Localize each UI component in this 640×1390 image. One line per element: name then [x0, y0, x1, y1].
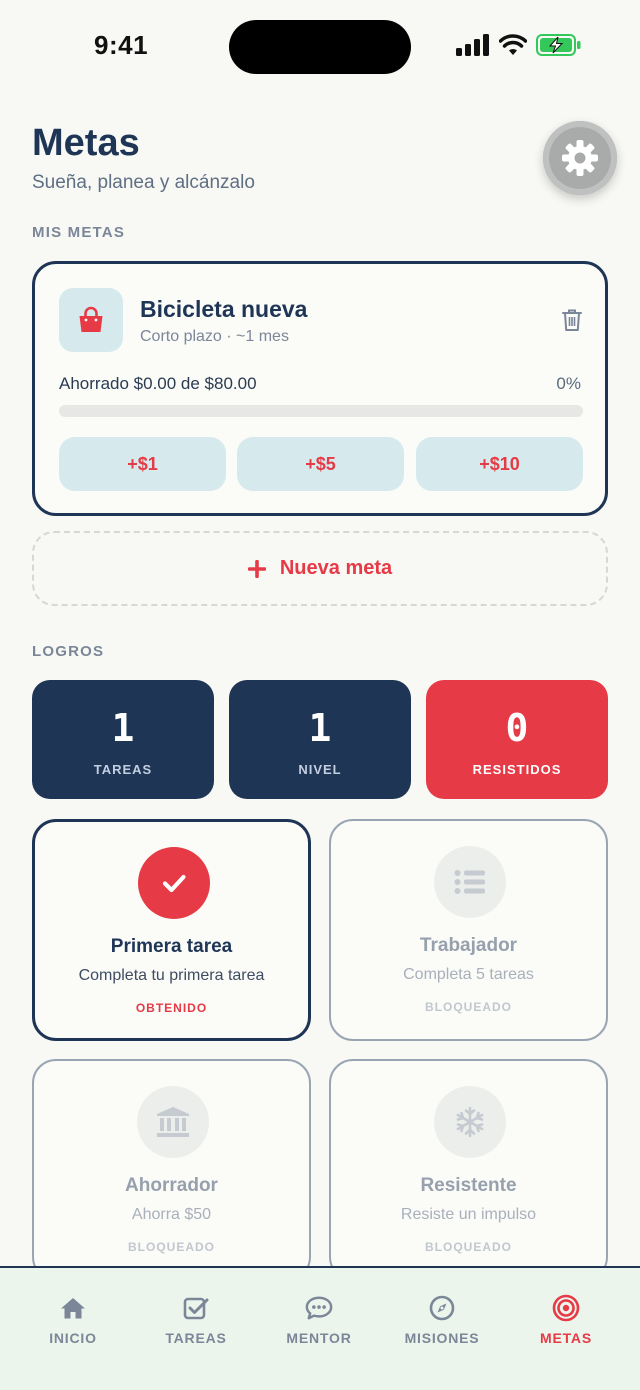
achievement-icon-circle: [434, 846, 506, 918]
chat-icon: [305, 1294, 333, 1322]
add-10-button[interactable]: +$10: [416, 437, 583, 491]
shopping-bag-icon: [79, 306, 103, 332]
goal-icon-tile: [59, 288, 123, 352]
goal-meta: Corto plazo · ~1 mes: [140, 328, 289, 345]
achievement-card-trabajador[interactable]: Trabajador Completa 5 tareas BLOQUEADO: [329, 819, 608, 1041]
tab-bar: INICIO TAREAS MENTOR MISIONES METAS: [0, 1266, 640, 1390]
stat-value: 1: [308, 706, 332, 750]
achievement-status: BLOQUEADO: [425, 1000, 512, 1014]
status-bar: 9:41: [0, 0, 640, 94]
achievement-card-ahorrador[interactable]: Ahorrador Ahorra $50 BLOQUEADO: [32, 1059, 311, 1281]
page-subtitle: Sueña, planea y alcánzalo: [32, 172, 255, 193]
goal-saved-text: Ahorrado $0.00 de $80.00: [59, 374, 257, 393]
bank-icon: [157, 1107, 189, 1137]
goal-progress-bar: [59, 405, 583, 417]
tab-tareas[interactable]: TAREAS: [132, 1268, 260, 1368]
achievement-desc: Completa 5 tareas: [403, 966, 534, 983]
target-icon: [552, 1294, 580, 1322]
section-label-achievements: LOGROS: [32, 643, 105, 660]
dynamic-island: [229, 20, 411, 74]
tab-metas[interactable]: METAS: [502, 1268, 630, 1368]
stat-value: 0: [505, 706, 529, 750]
achievement-icon-circle: [138, 847, 210, 919]
gear-icon: [562, 140, 598, 176]
stat-label: RESISTIDOS: [472, 762, 562, 777]
tab-inicio[interactable]: INICIO: [9, 1268, 137, 1368]
achievement-card-resistente[interactable]: Resistente Resiste un impulso BLOQUEADO: [329, 1059, 608, 1281]
tab-label: TAREAS: [165, 1330, 227, 1346]
add-1-button[interactable]: +$1: [59, 437, 226, 491]
achievement-status: BLOQUEADO: [128, 1240, 215, 1254]
tab-label: MENTOR: [286, 1330, 352, 1346]
achievement-title: Resistente: [420, 1175, 517, 1196]
achievement-icon-circle: [434, 1086, 506, 1158]
achievement-desc: Completa tu primera tarea: [78, 967, 265, 984]
stat-label: TAREAS: [93, 762, 153, 777]
status-time: 9:41: [94, 30, 149, 60]
tab-label: METAS: [540, 1330, 592, 1346]
compass-icon: [428, 1294, 456, 1322]
tab-misiones[interactable]: MISIONES: [378, 1268, 506, 1368]
stat-card-level: 1 NIVEL: [229, 680, 411, 799]
goal-name: Bicicleta nueva: [140, 296, 308, 322]
snowflake-icon: [456, 1106, 484, 1138]
stat-card-tasks: 1 TAREAS: [32, 680, 214, 799]
achievement-card-primera-tarea[interactable]: Primera tarea Completa tu primera tarea …: [32, 819, 311, 1041]
trash-icon: [562, 309, 582, 331]
checkbox-icon: [182, 1294, 210, 1322]
goal-percent: 0%: [556, 374, 581, 393]
wifi-icon: [499, 34, 527, 55]
tab-mentor[interactable]: MENTOR: [255, 1268, 383, 1368]
achievement-title: Primera tarea: [110, 936, 233, 957]
tab-label: INICIO: [49, 1330, 97, 1346]
new-goal-label: Nueva meta: [279, 557, 393, 579]
achievement-title: Trabajador: [419, 935, 518, 956]
battery-charging-icon: [536, 34, 581, 56]
achievement-icon-circle: [137, 1086, 209, 1158]
status-icons: [456, 34, 582, 56]
delete-goal-button[interactable]: [561, 308, 583, 337]
settings-button[interactable]: [543, 121, 617, 195]
signal-icon: [456, 34, 489, 56]
stat-card-resisted: 0 RESISTIDOS: [426, 680, 608, 799]
page-title: Metas: [32, 122, 140, 164]
stat-value: 1: [111, 706, 135, 750]
goal-card[interactable]: Bicicleta nueva Corto plazo · ~1 mes Aho…: [32, 261, 608, 516]
achievement-title: Ahorrador: [125, 1175, 218, 1196]
plus-icon: [247, 559, 266, 578]
list-icon: [454, 870, 485, 894]
achievement-desc: Ahorra $50: [131, 1206, 212, 1223]
home-icon: [59, 1294, 87, 1322]
achievement-desc: Resiste un impulso: [400, 1206, 537, 1223]
achievement-status: OBTENIDO: [135, 1001, 208, 1015]
new-goal-button[interactable]: Nueva meta: [32, 531, 608, 606]
tab-label: MISIONES: [404, 1330, 480, 1346]
check-icon: [162, 874, 186, 893]
achievement-status: BLOQUEADO: [425, 1240, 512, 1254]
stat-label: NIVEL: [298, 762, 342, 777]
add-5-button[interactable]: +$5: [237, 437, 404, 491]
section-label-goals: MIS METAS: [32, 224, 126, 241]
